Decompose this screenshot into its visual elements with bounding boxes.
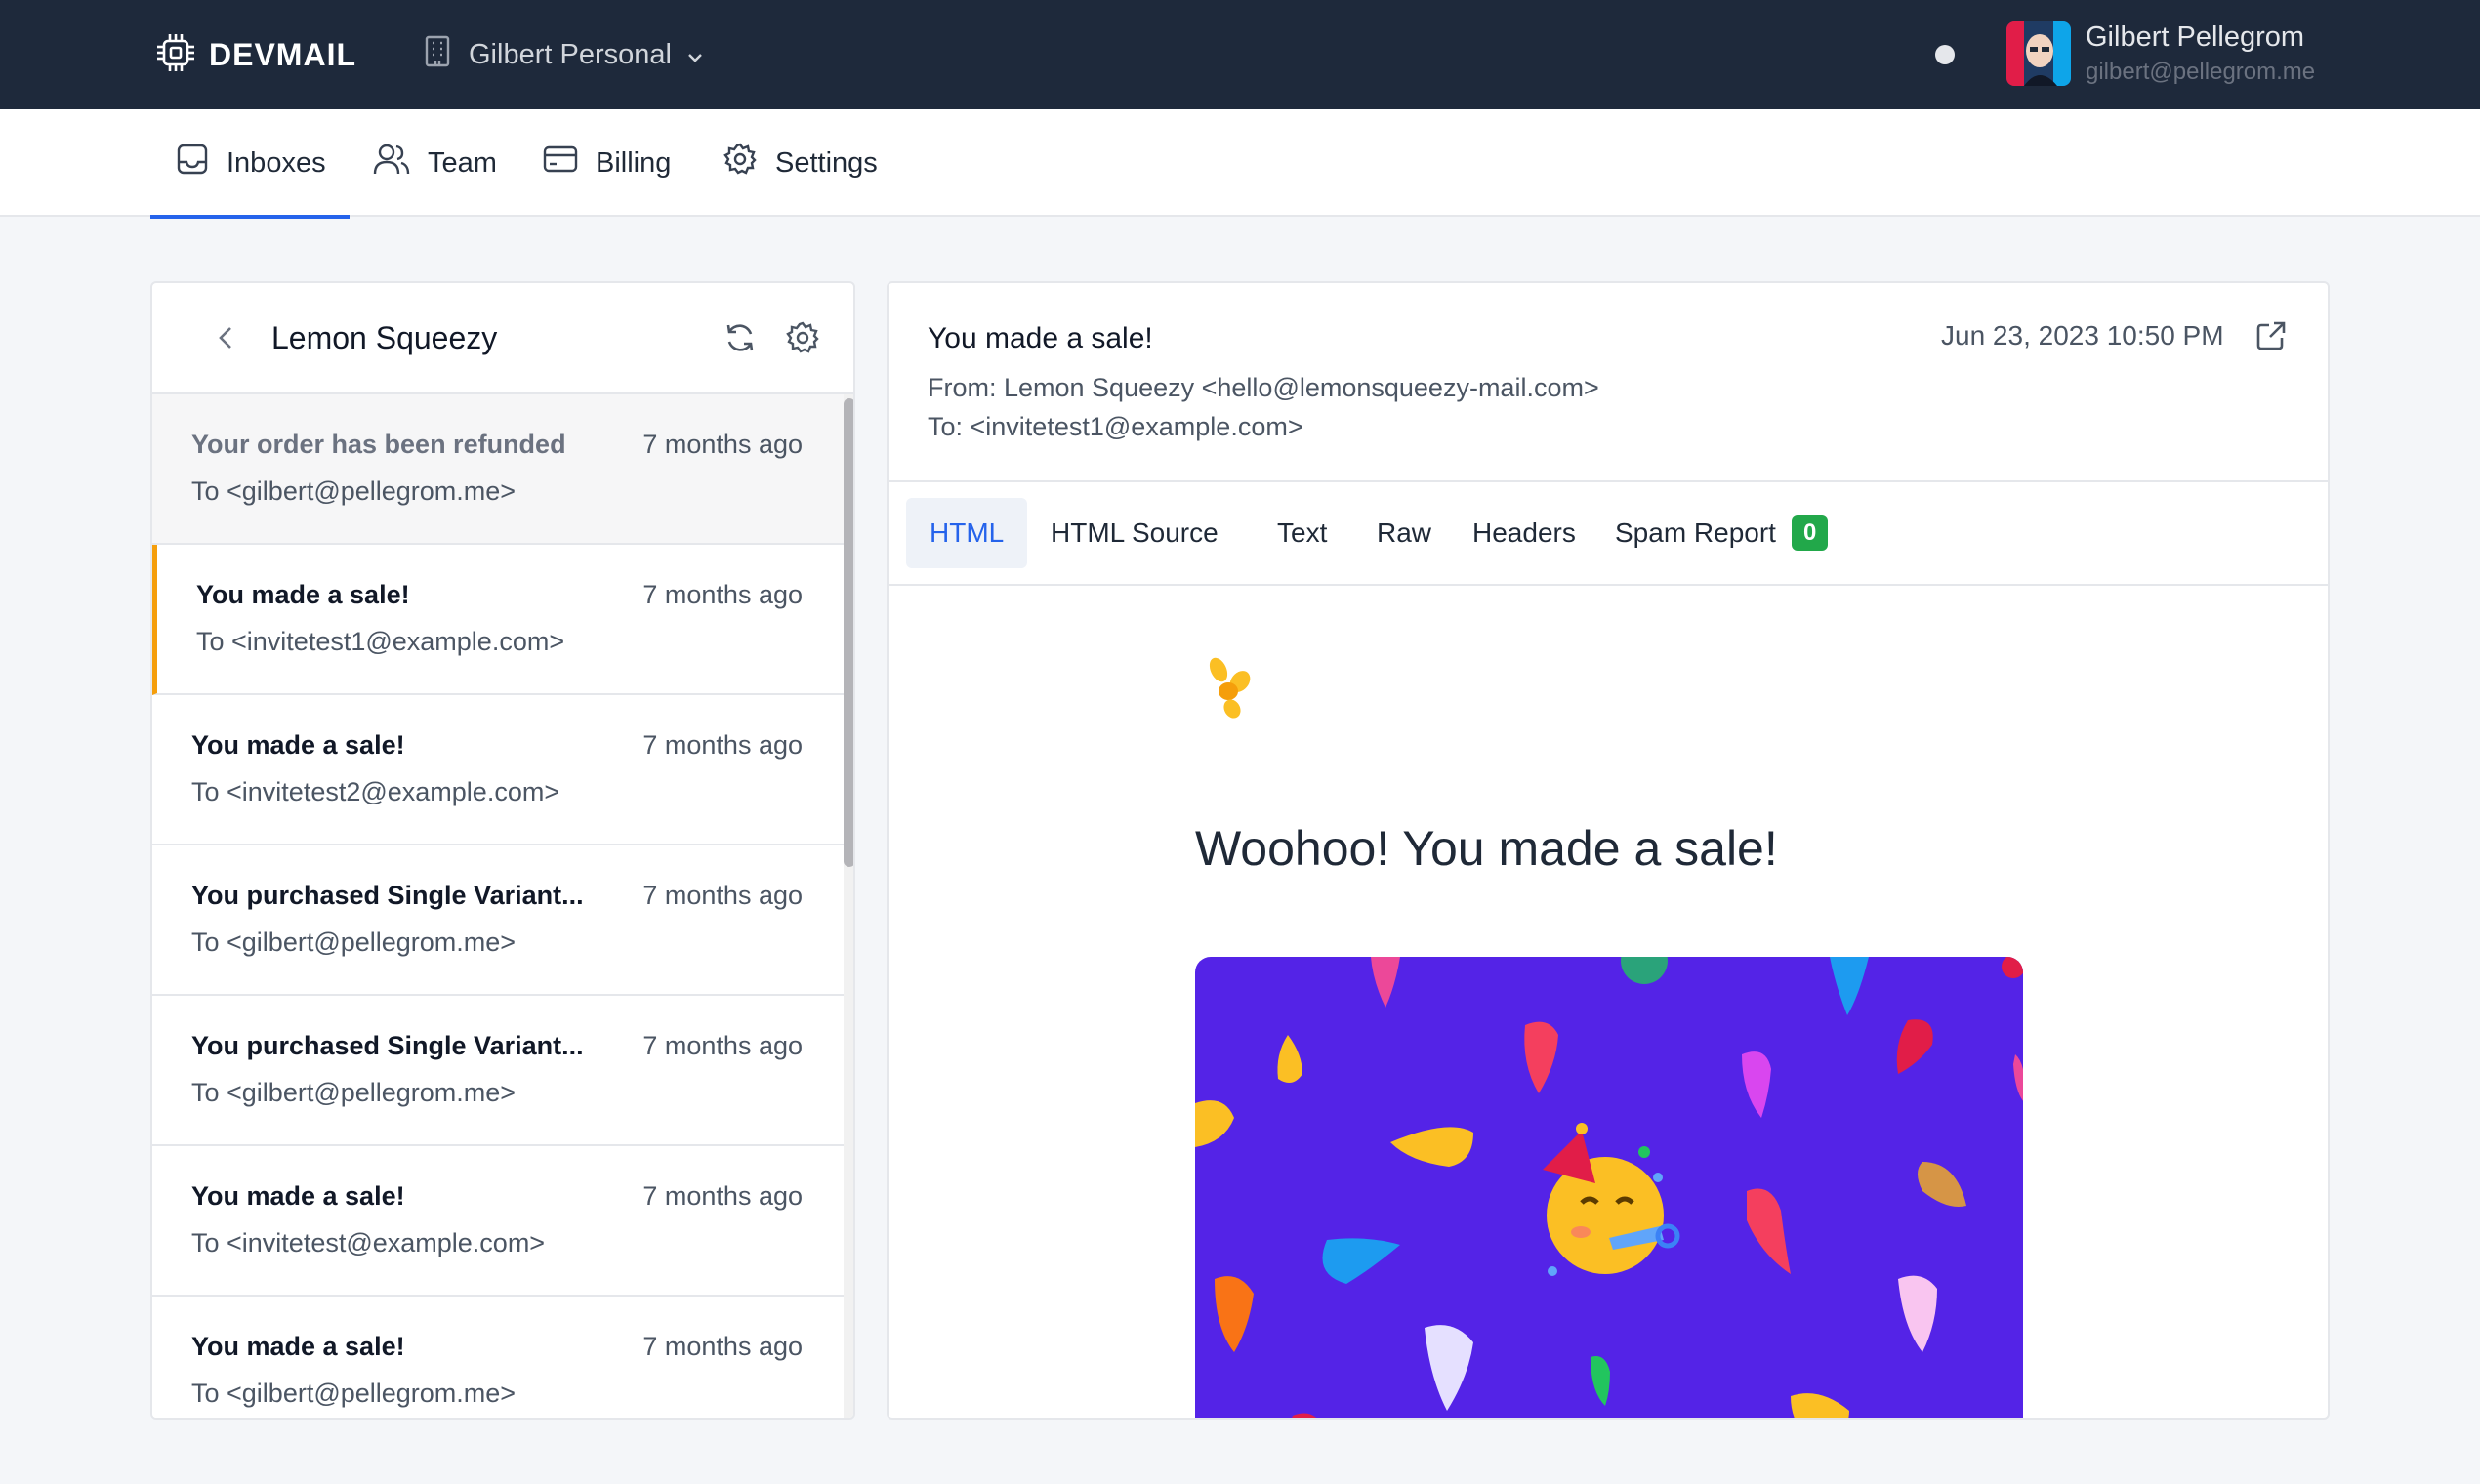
message-subject: You made a sale!	[191, 730, 405, 760]
users-icon	[373, 143, 410, 184]
inbox-icon	[176, 143, 209, 184]
list-item[interactable]: You made a sale! 7 months ago To <invite…	[152, 1146, 844, 1297]
message-recipient: To <invitetest1@example.com>	[196, 627, 565, 656]
message-recipient: To <gilbert@pellegrom.me>	[191, 928, 517, 957]
tab-headers[interactable]: Headers	[1449, 498, 1599, 568]
chevron-down-icon	[687, 39, 703, 71]
partying-face-icon	[1543, 1123, 1680, 1276]
nav-billing-label: Billing	[596, 146, 672, 179]
message-from: From: Lemon Squeezy <hello@lemonsqueezy-…	[928, 373, 1599, 402]
nav-inboxes-label: Inboxes	[227, 146, 326, 179]
email-headline: Woohoo! You made a sale!	[1195, 821, 1778, 876]
nav-inboxes[interactable]: Inboxes	[150, 109, 350, 219]
main-nav: Inboxes Team Billing Settings	[0, 109, 2480, 219]
back-chevron-icon[interactable]	[209, 320, 244, 360]
user-name[interactable]: Gilbert Pellegrom	[2086, 21, 2304, 54]
message-to: To: <invitetest1@example.com>	[928, 412, 1303, 441]
list-item-selected[interactable]: You made a sale! 7 months ago To <invite…	[152, 545, 844, 695]
lemon-squeezy-logo-icon	[1205, 654, 1263, 727]
message-time: 7 months ago	[642, 730, 803, 760]
nav-team-label: Team	[428, 146, 497, 179]
message-recipient: To <gilbert@pellegrom.me>	[191, 1379, 517, 1408]
message-subject: You purchased Single Variant...	[191, 1031, 584, 1060]
status-indicator	[1935, 45, 1955, 64]
tab-html[interactable]: HTML	[906, 498, 1028, 568]
message-time: 7 months ago	[642, 580, 803, 609]
list-item[interactable]: You purchased Single Variant... 7 months…	[152, 996, 844, 1146]
scrollbar-thumb[interactable]	[844, 398, 853, 867]
list-item[interactable]: You purchased Single Variant... 7 months…	[152, 845, 844, 996]
nav-settings-label: Settings	[775, 146, 878, 179]
list-item[interactable]: You made a sale! 7 months ago To <gilber…	[152, 1297, 844, 1418]
message-recipient: To <gilbert@pellegrom.me>	[191, 1078, 517, 1107]
nav-team[interactable]: Team	[373, 109, 497, 217]
chip-icon	[154, 31, 197, 79]
nav-billing[interactable]: Billing	[543, 109, 671, 217]
message-recipient: To <gilbert@pellegrom.me>	[191, 476, 517, 506]
message-panel: You made a sale! Jun 23, 2023 10:50 PM F…	[887, 281, 2330, 1420]
message-subject: You made a sale!	[191, 1332, 405, 1361]
message-time: 7 months ago	[642, 1181, 803, 1211]
message-time: 7 months ago	[642, 881, 803, 910]
message-title: You made a sale!	[928, 322, 1153, 354]
message-subject: You purchased Single Variant...	[191, 881, 584, 910]
view-tabs: HTML HTML Source Text Raw Headers Spam R…	[889, 480, 2328, 586]
message-time: 7 months ago	[642, 1031, 803, 1060]
brand[interactable]: DEVMAIL	[154, 29, 356, 80]
user-email: gilbert@pellegrom.me	[2086, 59, 2316, 85]
credit-card-icon	[543, 144, 578, 182]
message-recipient: To <invitetest2@example.com>	[191, 777, 560, 806]
tab-text[interactable]: Text	[1254, 498, 1350, 568]
email-preview: Woohoo! You made a sale!	[889, 586, 2328, 1418]
top-bar: DEVMAIL Gilbert Personal Gilbert Pellegr…	[0, 0, 2480, 109]
tab-html-source[interactable]: HTML Source	[1027, 498, 1242, 568]
inbox-header: Lemon Squeezy	[152, 283, 853, 394]
inbox-title: Lemon Squeezy	[271, 320, 498, 355]
workspace-name: Gilbert Personal	[469, 38, 672, 70]
inbox-panel: Lemon Squeezy Your order has been refund…	[150, 281, 855, 1420]
message-recipient: To <invitetest@example.com>	[191, 1228, 546, 1257]
message-subject: Your order has been refunded	[191, 430, 566, 459]
message-subject: You made a sale!	[191, 1181, 405, 1211]
message-time: 7 months ago	[642, 430, 803, 459]
message-subject: You made a sale!	[196, 580, 410, 609]
tab-raw[interactable]: Raw	[1353, 498, 1455, 568]
avatar[interactable]	[2006, 21, 2071, 86]
tab-spam-report-label: Spam Report	[1615, 517, 1776, 548]
workspace-switcher[interactable]: Gilbert Personal	[422, 29, 703, 80]
message-date: Jun 23, 2023 10:50 PM	[1941, 320, 2224, 350]
inbox-settings-icon[interactable]	[785, 320, 820, 360]
brand-name: DEVMAIL	[209, 36, 356, 72]
message-time: 7 months ago	[642, 1332, 803, 1361]
message-list[interactable]: Your order has been refunded 7 months ag…	[152, 394, 844, 1418]
spam-score-badge: 0	[1791, 515, 1829, 551]
tab-spam-report[interactable]: Spam Report 0	[1591, 498, 1851, 568]
list-item[interactable]: Your order has been refunded 7 months ag…	[152, 394, 844, 545]
gear-icon	[723, 142, 758, 185]
list-item[interactable]: You made a sale! 7 months ago To <invite…	[152, 695, 844, 845]
nav-settings[interactable]: Settings	[723, 109, 878, 217]
building-icon	[422, 34, 453, 75]
celebration-banner	[1195, 957, 2023, 1418]
external-link-icon[interactable]	[2253, 318, 2289, 358]
refresh-icon[interactable]	[723, 320, 758, 360]
